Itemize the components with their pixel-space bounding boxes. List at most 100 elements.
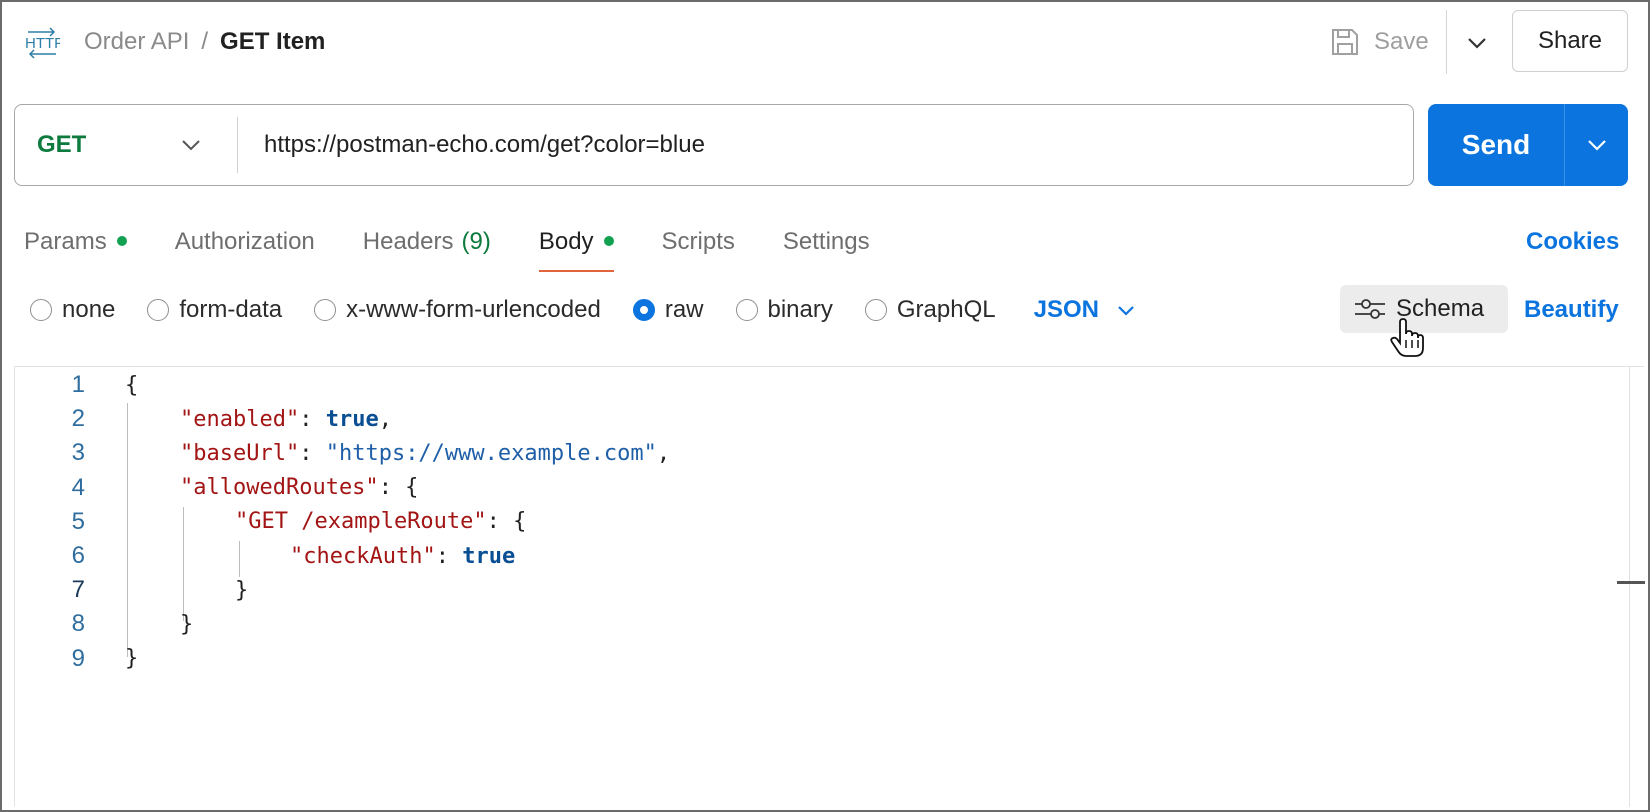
headers-count: (9) (461, 228, 491, 255)
code-token: "allowedRoutes" (180, 475, 379, 501)
cookies-link[interactable]: Cookies (1526, 222, 1619, 262)
schema-button[interactable]: Schema (1340, 285, 1508, 333)
sliders-icon (1355, 299, 1385, 319)
method-select[interactable]: GET (15, 105, 237, 185)
radio-label: binary (767, 296, 833, 323)
code-text: "GET /exampleRoute": { (235, 509, 526, 534)
line-number: 5 (71, 507, 85, 535)
send-options-button[interactable] (1565, 104, 1628, 186)
tab-headers[interactable]: Headers (9) (363, 222, 491, 262)
tab-label: Body (538, 228, 594, 255)
radio-button[interactable] (735, 299, 758, 321)
chevron-down-icon (182, 140, 200, 151)
code-token: } (125, 646, 139, 672)
code-token: "https://www.example.com" (325, 440, 657, 466)
scrollbar-position-marker (1617, 581, 1645, 584)
format-select-value: JSON (1033, 296, 1099, 323)
code-token: : { (486, 509, 527, 535)
url-input[interactable] (238, 115, 1413, 175)
tab-label: Params (24, 228, 107, 255)
format-select[interactable]: JSON (1034, 296, 1135, 324)
radio-button[interactable] (864, 299, 887, 321)
line-number: 7 (71, 576, 85, 604)
code-token: true (325, 406, 379, 432)
body-type-binary[interactable]: binary (735, 296, 833, 324)
code-line: 4 "allowedRoutes": { (15, 470, 1615, 506)
code-line: 2 "enabled": true, (15, 401, 1615, 437)
tab-body[interactable]: Body (538, 222, 614, 272)
code-token: , (656, 440, 671, 466)
breadcrumb-separator: / (201, 28, 209, 55)
body-type-form-data[interactable]: form-data (147, 296, 282, 324)
code-token: } (235, 577, 249, 603)
line-number: 9 (71, 644, 85, 672)
code-token: : (299, 440, 326, 466)
body-type-selector: none form-data x-www-form-urlencoded raw… (30, 290, 1135, 330)
request-header: HTTP Order API / GET Item Save Share (0, 0, 1650, 84)
editor-scrollbar[interactable] (1629, 367, 1630, 807)
request-tabs: Params Authorization Headers (9) Body Sc… (24, 222, 918, 272)
code-line: 3 "baseUrl": "https://www.example.com", (15, 435, 1615, 471)
send-button[interactable]: Send (1428, 104, 1564, 186)
body-type-none[interactable]: none (30, 296, 115, 324)
code-text: "allowedRoutes": { (180, 475, 418, 500)
radio-label: raw (664, 296, 704, 323)
code-token: "GET /exampleRoute" (235, 509, 487, 535)
header-divider (1446, 10, 1447, 74)
tab-params[interactable]: Params (24, 222, 127, 262)
radio-button-selected[interactable] (632, 299, 655, 321)
save-options-button[interactable] (1460, 26, 1494, 60)
line-number: 1 (71, 371, 85, 398)
radio-button[interactable] (147, 299, 170, 321)
line-number: 2 (71, 405, 85, 433)
radio-button[interactable] (314, 299, 337, 321)
chevron-down-icon (1587, 140, 1606, 151)
tab-scripts[interactable]: Scripts (662, 222, 735, 262)
body-type-urlencoded[interactable]: x-www-form-urlencoded (314, 296, 601, 324)
code-token: "checkAuth" (290, 543, 436, 569)
body-type-raw[interactable]: raw (632, 296, 704, 324)
svg-text:HTTP: HTTP (25, 35, 60, 52)
code-text: } (125, 646, 138, 671)
line-number: 3 (71, 439, 85, 467)
code-text: "enabled": true, (180, 407, 392, 432)
tab-authorization[interactable]: Authorization (175, 222, 315, 262)
line-number: 6 (71, 542, 85, 569)
url-bar: GET (14, 104, 1414, 186)
status-dot (116, 236, 127, 246)
tab-settings[interactable]: Settings (783, 222, 870, 262)
code-line: 9} (15, 641, 1615, 677)
radio-label: none (62, 296, 116, 323)
code-text: { (125, 373, 138, 398)
code-token: "baseUrl" (180, 440, 300, 466)
request-title[interactable]: GET Item (220, 28, 325, 56)
code-editor[interactable]: 1{2 "enabled": true, 3 "baseUrl": "https://… (14, 366, 1645, 807)
code-text: } (235, 578, 248, 603)
code-text: "checkAuth": true (290, 544, 515, 569)
breadcrumb: Order API / GET Item (84, 28, 325, 56)
code-line: 7} (15, 572, 1615, 608)
code-line: 5 "GET /exampleRoute": { (15, 504, 1615, 540)
code-token: , (378, 406, 392, 432)
tab-label: Headers (362, 228, 454, 255)
radio-label: GraphQL (896, 296, 996, 323)
method-label: GET (37, 131, 87, 158)
body-type-graphql[interactable]: GraphQL (864, 296, 996, 324)
http-icon: HTTP (25, 27, 60, 59)
code-line: 1{ (15, 367, 1615, 403)
share-button[interactable]: Share (1512, 10, 1628, 72)
breadcrumb-collection[interactable]: Order API (84, 28, 189, 56)
tab-label: Settings (782, 228, 870, 255)
save-icon (1332, 29, 1358, 55)
code-token: : (299, 406, 326, 432)
radio-label: x-www-form-urlencoded (346, 296, 601, 323)
radio-label: form-data (179, 296, 283, 323)
code-token: { (125, 372, 139, 398)
radio-button[interactable] (30, 299, 52, 321)
beautify-link[interactable]: Beautify (1524, 290, 1619, 330)
code-text: "baseUrl": "https://www.example.com", (180, 441, 670, 466)
save-button[interactable]: Save (1330, 22, 1429, 62)
code-line: 6 "checkAuth": true (15, 538, 1615, 574)
code-line: 8} (15, 606, 1615, 642)
code-token: : { (378, 475, 419, 501)
